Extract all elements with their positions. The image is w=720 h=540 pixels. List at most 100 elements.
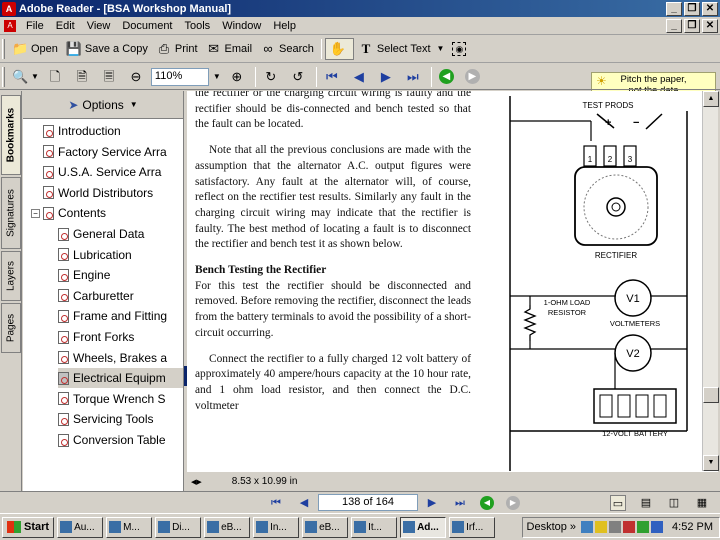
toolbar-grip[interactable] bbox=[2, 38, 5, 59]
previous-view-button[interactable]: ◀ bbox=[435, 66, 461, 88]
bookmark-item[interactable]: General Data bbox=[58, 224, 183, 244]
document-icon[interactable]: A bbox=[4, 19, 16, 32]
next-page-nav-button[interactable]: ▶ bbox=[424, 495, 440, 511]
tab-signatures[interactable]: Signatures bbox=[1, 177, 21, 249]
last-page-nav-button[interactable]: ⏭ bbox=[452, 495, 468, 511]
start-button[interactable]: Start bbox=[2, 516, 55, 538]
prev-page-nav-button[interactable]: ◀ bbox=[296, 495, 312, 511]
bookmark-item[interactable]: − Contents bbox=[31, 203, 183, 223]
bookmark-item[interactable]: Engine bbox=[58, 265, 183, 285]
doc-close-button[interactable]: ✕ bbox=[702, 18, 718, 33]
first-page-nav-button[interactable]: ⏮ bbox=[268, 495, 284, 511]
rotate-ccw-button[interactable]: ↺ bbox=[286, 66, 313, 88]
actual-size-button[interactable]: 🗋 bbox=[43, 66, 70, 88]
close-button[interactable]: ✕ bbox=[702, 1, 718, 16]
bookmark-item[interactable]: Front Forks bbox=[58, 327, 183, 347]
rotate-view-button[interactable]: ↻ bbox=[259, 66, 286, 88]
forward-view-nav-button[interactable]: ▶ bbox=[506, 495, 520, 510]
tab-layers[interactable]: Layers bbox=[1, 251, 21, 301]
taskbar-button[interactable]: It... bbox=[351, 516, 398, 538]
options-menu-button[interactable]: ➤ Options ▼ bbox=[23, 91, 183, 119]
last-page-button[interactable]: ⏭ bbox=[401, 66, 428, 88]
single-page-layout-button[interactable]: ▭ bbox=[610, 494, 626, 511]
zoom-out-button[interactable]: ⊖ bbox=[124, 66, 151, 88]
taskbar-button[interactable]: Irf... bbox=[449, 516, 496, 538]
zoom-dropdown-icon[interactable]: ▼ bbox=[213, 72, 221, 81]
continuous-facing-layout-button[interactable]: ▦ bbox=[694, 495, 710, 511]
scroll-down-arrow[interactable]: ▼ bbox=[703, 455, 719, 471]
bookmark-item[interactable]: Introduction bbox=[43, 121, 183, 141]
zoom-input[interactable]: 110% bbox=[150, 67, 209, 86]
bookmark-item[interactable]: World Distributors bbox=[43, 183, 183, 203]
security-icon[interactable] bbox=[623, 521, 636, 533]
messenger-icon[interactable] bbox=[637, 521, 650, 533]
toolbar-grip[interactable] bbox=[2, 66, 5, 87]
doc-restore-button[interactable]: ❐ bbox=[684, 18, 700, 33]
next-view-button[interactable]: ▶ bbox=[461, 66, 487, 88]
print-button[interactable]: ⎙ Print bbox=[152, 38, 202, 60]
fit-page-button[interactable]: 🗎 bbox=[70, 66, 97, 88]
email-button[interactable]: ✉ Email bbox=[202, 38, 257, 60]
toolbar-chevron[interactable]: » bbox=[570, 521, 576, 533]
taskbar-button[interactable]: In... bbox=[253, 516, 300, 538]
continuous-layout-button[interactable]: ▤ bbox=[638, 495, 654, 511]
scroll-thumb[interactable] bbox=[703, 387, 719, 403]
network-icon[interactable] bbox=[581, 521, 594, 533]
facing-layout-button[interactable]: ◫ bbox=[666, 495, 682, 511]
update-icon[interactable] bbox=[651, 521, 664, 533]
first-page-button[interactable]: ⏮ bbox=[320, 66, 347, 88]
desktop-toolbar-label[interactable]: Desktop bbox=[527, 521, 567, 533]
save-copy-button[interactable]: 💾 Save a Copy bbox=[62, 38, 152, 60]
doc-minimize-button[interactable]: _ bbox=[666, 18, 682, 33]
collapse-icon[interactable]: − bbox=[31, 208, 40, 218]
zoom-tool-button[interactable]: 🔍 ▼ bbox=[8, 66, 43, 88]
chevron-down-icon[interactable]: ▼ bbox=[437, 44, 445, 53]
bookmark-item[interactable]: U.S.A. Service Arra bbox=[43, 162, 183, 182]
taskbar-button[interactable]: Ad... bbox=[400, 516, 447, 538]
bookmark-item[interactable]: Factory Service Arra bbox=[43, 142, 183, 162]
bookmark-item[interactable]: Wheels, Brakes a bbox=[58, 348, 183, 368]
previous-page-button[interactable]: ◀ bbox=[347, 66, 374, 88]
volume-icon[interactable] bbox=[609, 521, 622, 533]
minimize-button[interactable]: _ bbox=[666, 1, 682, 16]
antivirus-icon[interactable] bbox=[595, 521, 608, 533]
menu-edit[interactable]: Edit bbox=[50, 20, 81, 32]
zoom-in-button[interactable]: ⊕ bbox=[225, 66, 252, 88]
taskbar-button[interactable]: Di... bbox=[155, 516, 202, 538]
fit-width-button[interactable]: 🗏 bbox=[97, 66, 124, 88]
scroll-up-arrow[interactable]: ▲ bbox=[703, 91, 719, 107]
taskbar-button[interactable]: eB... bbox=[204, 516, 251, 538]
menu-view[interactable]: View bbox=[81, 20, 117, 32]
tab-bookmarks[interactable]: Bookmarks bbox=[1, 95, 21, 175]
document-view[interactable]: the rectifier or the charging circuit wi… bbox=[187, 91, 702, 471]
restore-button[interactable]: ❐ bbox=[684, 1, 700, 16]
menu-file[interactable]: File bbox=[20, 20, 50, 32]
taskbar-button[interactable]: eB... bbox=[302, 516, 349, 538]
horizontal-scrollbar[interactable]: ◀▶ 8.53 x 10.99 in bbox=[187, 471, 718, 491]
bookmark-item[interactable]: Torque Wrench S bbox=[58, 389, 183, 409]
tab-pages[interactable]: Pages bbox=[1, 303, 21, 353]
menu-help[interactable]: Help bbox=[267, 20, 302, 32]
bookmark-item[interactable]: Carburetter bbox=[58, 286, 183, 306]
menu-tools[interactable]: Tools bbox=[179, 20, 217, 32]
menu-document[interactable]: Document bbox=[116, 20, 178, 32]
bookmark-item[interactable]: Lubrication bbox=[58, 245, 183, 265]
clock[interactable]: 4:52 PM bbox=[672, 521, 713, 533]
bookmark-item[interactable]: Conversion Table bbox=[58, 430, 183, 450]
hand-tool-button[interactable]: ✋ bbox=[324, 37, 354, 60]
menu-window[interactable]: Window bbox=[216, 20, 267, 32]
taskbar-button[interactable]: Au... bbox=[57, 516, 104, 538]
scroll-left-arrow[interactable]: ◀▶ bbox=[191, 478, 202, 486]
vertical-scrollbar[interactable]: ▲ ▼ bbox=[702, 91, 719, 471]
bookmark-item[interactable]: Servicing Tools bbox=[58, 409, 183, 429]
back-view-nav-button[interactable]: ◀ bbox=[480, 495, 494, 510]
bookmark-item[interactable]: Frame and Fitting bbox=[58, 306, 183, 326]
open-button[interactable]: 📁 Open bbox=[8, 38, 62, 60]
bookmark-item[interactable]: Electrical Equipm bbox=[58, 368, 183, 389]
page-number-input[interactable]: 138 of 164 bbox=[318, 494, 418, 511]
snapshot-tool-button[interactable]: ◉ bbox=[448, 38, 473, 60]
next-page-button[interactable]: ▶ bbox=[374, 66, 401, 88]
select-text-button[interactable]: T Select Text ▼ bbox=[354, 38, 449, 60]
taskbar-button[interactable]: M... bbox=[106, 516, 153, 538]
search-button[interactable]: ∞ Search bbox=[256, 38, 318, 60]
